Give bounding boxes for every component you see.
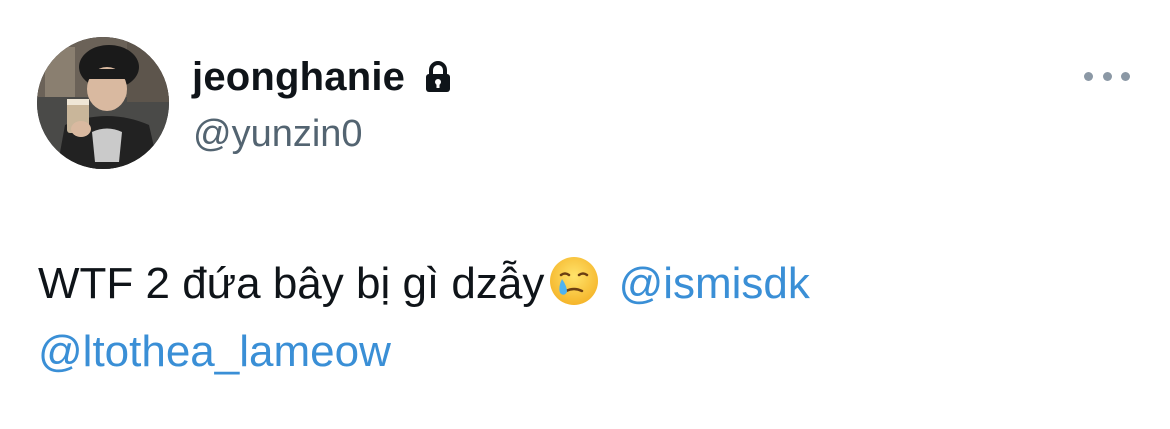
avatar-photo-icon xyxy=(37,37,169,169)
tweet-body: WTF 2 đứa bây bị gì dzẫy xyxy=(38,259,545,308)
face-holding-back-tears-icon xyxy=(548,255,600,307)
author-display-name[interactable]: jeonghanie xyxy=(192,52,405,102)
mention-link[interactable]: @ismisdk xyxy=(619,259,810,308)
author-handle[interactable]: @yunzin0 xyxy=(193,110,363,158)
tweet-text: WTF 2 đứa bây bị gì dzẫy @ismisdk @ltothe… xyxy=(38,250,1128,386)
tweet-card: jeonghanie @yunzin0 WTF 2 đứa bây bị gì … xyxy=(0,0,1170,429)
more-horizontal-icon xyxy=(1084,71,1093,81)
author-name-row: jeonghanie xyxy=(192,52,453,102)
avatar[interactable] xyxy=(37,37,169,169)
more-dot xyxy=(1121,71,1130,81)
more-dot xyxy=(1102,71,1112,81)
more-options-button[interactable] xyxy=(1084,62,1130,90)
mention-link[interactable]: @ltothea_lameow xyxy=(38,327,391,376)
lock-icon xyxy=(423,60,453,94)
